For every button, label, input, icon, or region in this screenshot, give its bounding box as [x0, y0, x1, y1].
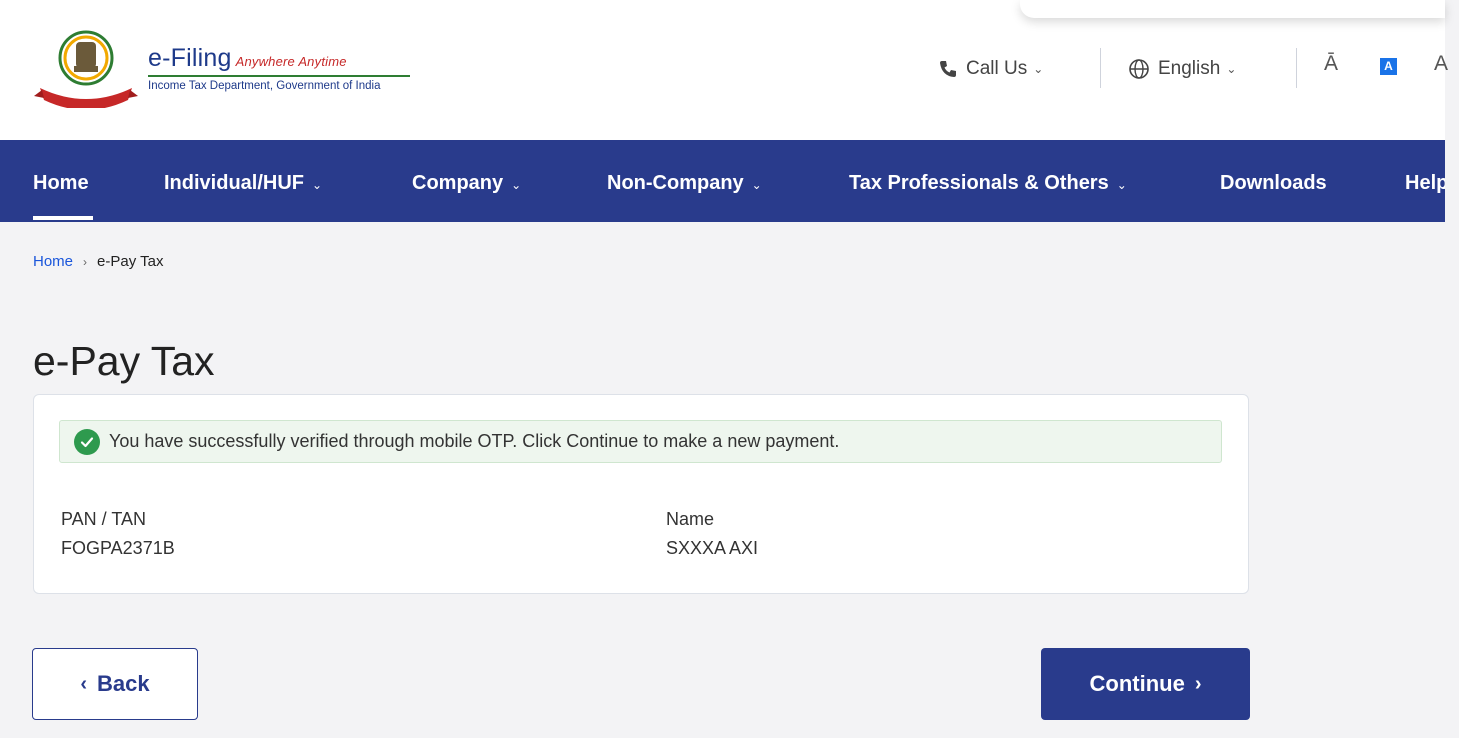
- nav-item-non-company[interactable]: Non-Company ⌄: [607, 140, 762, 222]
- chevron-down-icon: ⌄: [1033, 62, 1044, 76]
- font-increase-button[interactable]: A: [1434, 52, 1448, 76]
- nav-item-company[interactable]: Company ⌄: [412, 140, 521, 222]
- back-button-label: Back: [97, 671, 150, 696]
- nav-item-individual-huf[interactable]: Individual/HUF ⌄: [164, 140, 322, 222]
- globe-icon: [1129, 59, 1149, 79]
- phone-icon: [940, 61, 956, 77]
- nav-item-downloads[interactable]: Downloads: [1220, 140, 1327, 222]
- language-dropdown[interactable]: English ⌄: [1128, 54, 1236, 84]
- chevron-right-icon: ›: [1194, 672, 1202, 695]
- chevron-down-icon: ⌄: [1226, 62, 1237, 76]
- chevron-left-icon: ‹: [80, 672, 88, 695]
- site-header: e-Filing Anywhere Anytime Income Tax Depa…: [0, 0, 1448, 140]
- back-button[interactable]: ‹ Back: [32, 648, 198, 720]
- brand-logo-text[interactable]: e-Filing Anywhere Anytime Income Tax Depa…: [148, 44, 414, 92]
- chevron-down-icon: ⌄: [312, 178, 323, 192]
- main-navigation: Home Individual/HUF ⌄ Company ⌄ Non-Compan…: [0, 140, 1445, 222]
- chevron-down-icon: ⌄: [1116, 178, 1127, 192]
- nav-item-tax-professionals[interactable]: Tax Professionals & Others ⌄: [849, 140, 1127, 222]
- header-shadow-tab: [1020, 0, 1445, 18]
- brand-title: e-Filing Anywhere Anytime: [148, 44, 347, 72]
- font-normal-button[interactable]: A: [1380, 58, 1397, 75]
- pan-tan-field: PAN / TAN FOGPA2371B: [61, 509, 175, 559]
- chevron-down-icon: ⌄: [511, 178, 522, 192]
- divider: [1296, 48, 1297, 88]
- emblem-logo-icon[interactable]: [32, 30, 140, 108]
- name-field: Name SXXXA AXI: [666, 509, 758, 559]
- check-circle-icon: [74, 428, 100, 455]
- divider: [1100, 48, 1101, 88]
- font-decrease-button[interactable]: Ā: [1324, 52, 1338, 76]
- name-value: SXXXA AXI: [666, 538, 759, 558]
- brand-subtitle: Income Tax Department, Government of Ind…: [148, 80, 381, 92]
- pan-tan-value: FOGPA2371B: [61, 538, 175, 558]
- chevron-down-icon: ⌄: [751, 178, 762, 192]
- pan-tan-label: PAN / TAN: [61, 509, 147, 529]
- success-alert: You have successfully verified through m…: [59, 420, 1222, 463]
- brand-divider: [148, 75, 410, 77]
- language-label: English: [1158, 58, 1221, 79]
- breadcrumb-home-link[interactable]: Home: [33, 253, 73, 270]
- nav-item-home[interactable]: Home: [33, 140, 89, 222]
- nav-active-indicator: [33, 216, 93, 220]
- success-message: You have successfully verified through m…: [109, 431, 840, 451]
- call-us-dropdown[interactable]: Call Us ⌄: [938, 54, 1043, 84]
- page-title: e-Pay Tax: [33, 338, 215, 384]
- name-label: Name: [666, 509, 715, 529]
- verification-card: You have successfully verified through m…: [33, 394, 1249, 594]
- brand-tagline: Anywhere Anytime: [235, 54, 347, 69]
- continue-button-label: Continue: [1089, 671, 1185, 696]
- nav-item-help[interactable]: Help: [1405, 140, 1445, 222]
- continue-button[interactable]: Continue ›: [1041, 648, 1250, 720]
- breadcrumb: Home › e-Pay Tax: [33, 253, 163, 270]
- breadcrumb-current: e-Pay Tax: [97, 253, 164, 270]
- chevron-right-icon: ›: [83, 254, 88, 269]
- call-us-label: Call Us: [966, 58, 1028, 79]
